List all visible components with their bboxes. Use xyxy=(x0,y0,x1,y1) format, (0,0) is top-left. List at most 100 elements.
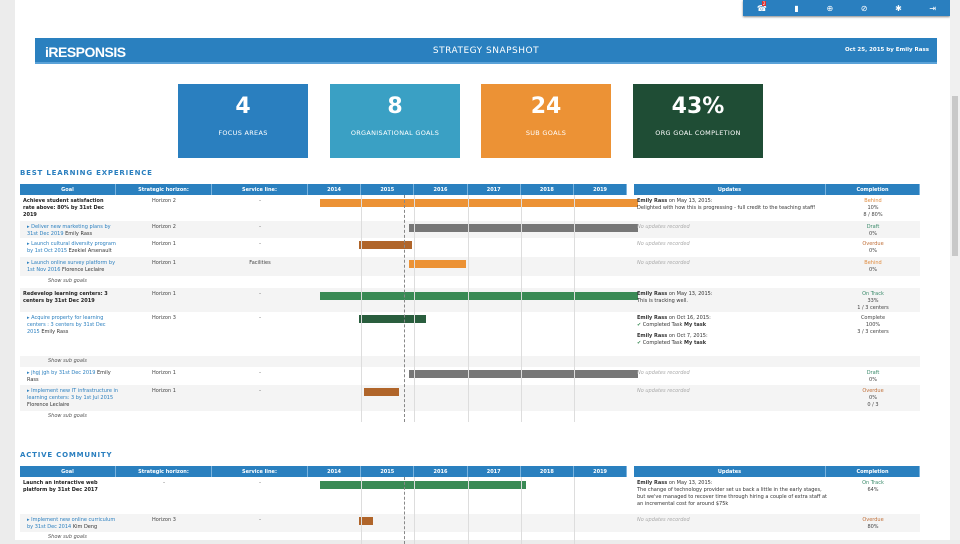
year-gridline xyxy=(361,477,363,544)
goal-owner: Kim Deng xyxy=(72,524,98,530)
stat-card: 4 FOCUS AREAS xyxy=(178,84,308,158)
year-column-header: 2014 xyxy=(308,466,362,477)
goal-owner: Emily Rass xyxy=(41,329,69,335)
update-entry: Emily Rass on Oct 16, 2015: ✔ Completed T… xyxy=(637,315,827,329)
timeline-bar[interactable] xyxy=(319,292,638,300)
update-text: Delighted with how this is progressing -… xyxy=(637,205,816,211)
update-author[interactable]: Emily Rass xyxy=(637,480,667,486)
goal-link[interactable]: ▸ Implement new online curriculum by 31s… xyxy=(27,517,119,531)
service-line-cell: - xyxy=(259,224,261,230)
horizon-cell: Horizon 1 xyxy=(152,370,176,376)
service-line-cell: - xyxy=(259,241,261,247)
update-entry: Emily Rass on Oct 7, 2015: ✔ Completed Ta… xyxy=(637,333,827,347)
stat-value: 4 xyxy=(235,94,251,119)
year-gridline xyxy=(520,195,522,422)
table-row: ▸ Deliver new marketing plans by 31st De… xyxy=(20,221,920,238)
year-gridline xyxy=(520,477,522,544)
table-row: ▸ Launch online survey platform by 1st N… xyxy=(20,257,920,276)
year-column-header: 2015 xyxy=(361,466,415,477)
scrollbar[interactable] xyxy=(950,0,960,540)
table-row: ▸ Acquire property for learning centers … xyxy=(20,312,920,356)
goal-column-header: Goal xyxy=(20,184,116,195)
timeline-bar[interactable] xyxy=(364,388,400,396)
goal-title[interactable]: Launch an interactive web platform by 31… xyxy=(23,480,98,493)
status-badge: Overdue xyxy=(862,388,884,394)
goal-link[interactable]: ▸ Implement new IT infrastructure in lea… xyxy=(27,388,119,409)
table-row: Launch an interactive web platform by 31… xyxy=(20,477,920,514)
task-name[interactable]: My task xyxy=(684,322,706,328)
help-book-icon[interactable]: ▮ xyxy=(794,4,798,13)
service-line-cell: - xyxy=(259,388,261,394)
timeline-bar[interactable] xyxy=(408,370,638,378)
no-updates-text: No updates recorded xyxy=(637,260,690,266)
updates-cell: No updates recorded xyxy=(637,241,827,248)
horizon-column-header: Strategic horizon: xyxy=(116,466,212,477)
logout-icon[interactable]: ⇥ xyxy=(929,4,936,13)
completion-percent: 0% xyxy=(869,248,877,254)
timeline-bar[interactable] xyxy=(408,224,638,232)
update-date: on May 13, 2015: xyxy=(668,198,713,204)
update-author[interactable]: Emily Rass xyxy=(637,333,667,339)
update-author[interactable]: Emily Rass xyxy=(637,315,667,321)
completion-percent: 33% xyxy=(867,298,879,304)
stat-label: ORGANISATIONAL GOALS xyxy=(350,129,440,137)
update-text: The change of technology provider set us… xyxy=(637,487,827,507)
goal-owner: Florence Leclaire xyxy=(27,402,70,408)
timeline-bar[interactable] xyxy=(319,481,526,489)
goal-link[interactable]: ▸ Deliver new marketing plans by 31st De… xyxy=(27,224,119,238)
goal-link[interactable]: ▸ Launch cultural diversity program by 1… xyxy=(27,241,119,255)
year-gridline xyxy=(574,195,575,422)
goal-link[interactable]: ▸ Acquire property for learning centers … xyxy=(27,315,119,336)
goal-title[interactable]: Implement new online curriculum by 31st … xyxy=(27,517,115,530)
gear-icon[interactable]: ✱ xyxy=(895,4,902,13)
completion-cell: Behind 0% xyxy=(826,260,920,274)
timeline-bar[interactable] xyxy=(359,315,427,323)
show-sub-goals-link[interactable]: Show sub goals xyxy=(48,278,87,285)
goal-title[interactable]: Implement new IT infrastructure in learn… xyxy=(27,388,118,401)
goal-title[interactable]: jhgj jgh by 31st Dec 2019 xyxy=(31,370,95,376)
status-badge: Overdue xyxy=(862,517,884,523)
notifications-icon[interactable]: ☎ 2 xyxy=(757,0,767,13)
compass-icon[interactable]: ⊘ xyxy=(861,4,868,13)
horizon-cell: Horizon 2 xyxy=(152,224,176,230)
goal-link[interactable]: Redevelop learning centers: 3 centers by… xyxy=(23,291,115,305)
update-entry: Emily Rass on May 13, 2015: This is track… xyxy=(637,291,827,305)
completion-cell: Draft 0% xyxy=(826,224,920,238)
page-title: STRATEGY SNAPSHOT xyxy=(432,46,540,56)
update-text: ✔ Completed Task My task xyxy=(637,340,827,347)
service-column-header: Service line: xyxy=(212,184,308,195)
task-text: Completed Task xyxy=(642,322,683,328)
goal-link[interactable]: ▸ jhgj jgh by 31st Dec 2019 Emily Rass xyxy=(27,370,119,384)
task-name[interactable]: My task xyxy=(684,340,706,346)
update-author[interactable]: Emily Rass xyxy=(637,198,667,204)
update-date: on May 13, 2015: xyxy=(668,291,713,297)
goal-title[interactable]: Achieve student satisfaction rate above:… xyxy=(23,198,104,218)
table-row: Redevelop learning centers: 3 centers by… xyxy=(20,288,920,312)
goal-link[interactable]: Achieve student satisfaction rate above:… xyxy=(23,198,115,219)
completion-percent: 100% xyxy=(865,322,881,328)
goal-title[interactable]: Redevelop learning centers: 3 centers by… xyxy=(23,291,108,304)
updates-cell: Emily Rass on May 13, 2015: This is track… xyxy=(637,291,827,305)
scrollbar-thumb[interactable] xyxy=(952,96,958,256)
goal-link[interactable]: ▸ Launch online survey platform by 1st N… xyxy=(27,260,119,274)
support-icon[interactable]: ⊕ xyxy=(826,4,833,13)
section-title: ACTIVE COMMUNITY xyxy=(20,451,113,459)
service-column-header: Service line: xyxy=(212,466,308,477)
completion-cell: Behind 10% 8 / 80% xyxy=(826,198,920,219)
completion-detail: 1 / 3 centers xyxy=(857,305,889,311)
timeline-bar[interactable] xyxy=(408,260,466,268)
updates-cell: No updates recorded xyxy=(637,517,827,524)
service-line-cell: - xyxy=(259,370,261,376)
no-updates-text: No updates recorded xyxy=(637,517,690,523)
show-sub-goals-link[interactable]: Show sub goals xyxy=(48,358,87,365)
year-column-header: 2019 xyxy=(574,184,628,195)
goal-link[interactable]: Launch an interactive web platform by 31… xyxy=(23,480,115,494)
top-toolbar: ☎ 2 ▮ ⊕ ⊘ ✱ ⇥ xyxy=(743,0,950,16)
show-sub-goals-link[interactable]: Show sub goals xyxy=(48,413,87,420)
year-column-header: 2018 xyxy=(520,184,574,195)
table-row: ▸ Implement new online curriculum by 31s… xyxy=(20,514,920,532)
goal-owner: Emily Rass xyxy=(65,231,93,237)
show-sub-goals-row: Show sub goals xyxy=(20,411,920,422)
update-author[interactable]: Emily Rass xyxy=(637,291,667,297)
timeline-bar[interactable] xyxy=(319,199,638,207)
